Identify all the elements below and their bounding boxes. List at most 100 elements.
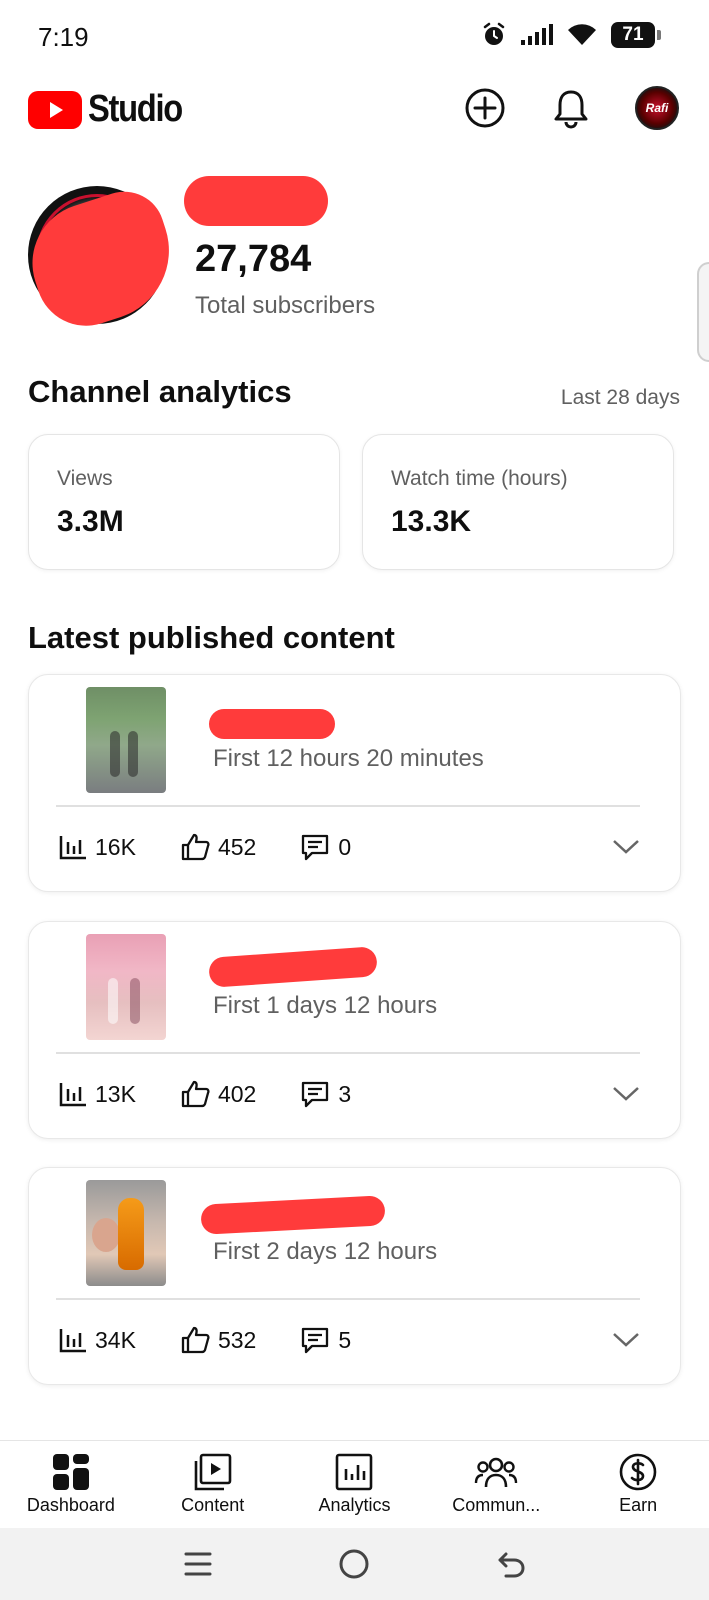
comments-metric: 3 (300, 1080, 351, 1108)
app-bar: Studio Rafi (0, 78, 709, 158)
home-circle-icon (339, 1549, 369, 1579)
recent-apps-icon (184, 1552, 212, 1576)
thumbnail-face (92, 1218, 120, 1252)
account-avatar: Rafi (635, 86, 679, 130)
chevron-down-icon (613, 1087, 639, 1101)
notifications-button[interactable] (547, 84, 595, 132)
nav-content[interactable]: Content (142, 1441, 284, 1528)
status-bar: 7:19 71 (0, 0, 709, 78)
content-card[interactable]: First 12 hours 20 minutes 16K 452 0 (28, 674, 681, 892)
home-button[interactable] (330, 1540, 378, 1588)
dashboard-icon (52, 1454, 89, 1490)
views-metric: 16K (59, 834, 136, 861)
wifi-icon (568, 24, 596, 45)
divider (56, 805, 640, 807)
battery-level: 71 (622, 24, 644, 45)
chevron-down-icon (613, 840, 639, 854)
thumbnail-figure (108, 978, 118, 1024)
latest-content-title: Latest published content (28, 620, 395, 655)
comments-count: 0 (338, 833, 352, 860)
likes-metric: 532 (180, 1326, 256, 1354)
video-age: First 12 hours 20 minutes (213, 745, 484, 772)
community-icon (475, 1457, 518, 1488)
divider (56, 1052, 640, 1054)
thumbnail-figure (128, 731, 138, 777)
analytics-icon (336, 1453, 373, 1491)
subscriber-label: Total subscribers (195, 292, 376, 319)
thumbs-up-icon (181, 1326, 210, 1354)
battery-indicator: 71 (611, 22, 661, 48)
redaction-mark (16, 181, 188, 339)
account-avatar-text: Rafi (645, 101, 669, 115)
app-actions: Rafi (423, 84, 681, 132)
cell-signal-icon (521, 24, 553, 45)
video-thumbnail[interactable] (86, 1180, 166, 1286)
expand-button[interactable] (606, 1320, 646, 1360)
account-button[interactable]: Rafi (633, 84, 681, 132)
comment-icon (302, 1327, 329, 1354)
views-card[interactable]: Views 3.3M (28, 434, 340, 570)
recent-apps-button[interactable] (174, 1540, 222, 1588)
comment-icon (302, 1081, 329, 1108)
thumbs-up-icon (181, 1080, 210, 1108)
expand-button[interactable] (606, 827, 646, 867)
nav-community-label: Commun... (452, 1495, 541, 1515)
chevron-down-icon (613, 1333, 639, 1347)
channel-name-redaction (184, 176, 328, 226)
thumbs-up-icon (181, 833, 210, 861)
studio-dashboard: 7:19 71 Studio Rafi 27,784 Total subscri… (0, 0, 709, 1600)
channel-analytics-title: Channel analytics (28, 374, 292, 409)
views-count: 34K (95, 1326, 136, 1353)
add-circle-icon (465, 88, 505, 128)
comments-count: 5 (338, 1326, 352, 1353)
create-button[interactable] (461, 84, 509, 132)
bell-icon (554, 90, 588, 129)
system-navigation-bar (0, 1528, 709, 1600)
likes-count: 452 (217, 833, 257, 860)
content-icon (194, 1453, 231, 1491)
watch-time-value: 13.3K (391, 505, 472, 538)
edge-panel-handle[interactable] (697, 262, 709, 362)
channel-header: 27,784 Total subscribers (16, 176, 688, 339)
likes-metric: 452 (180, 833, 256, 861)
video-thumbnail[interactable] (86, 934, 166, 1040)
bar-chart-icon (59, 1329, 86, 1353)
video-title-redaction (200, 1195, 386, 1235)
status-time: 7:19 (38, 22, 89, 52)
nav-content-label: Content (181, 1495, 245, 1515)
thumbnail-bottle (118, 1198, 144, 1270)
views-count: 16K (95, 833, 136, 860)
subscriber-count: 27,784 (195, 238, 312, 280)
thumbnail-figure (130, 978, 140, 1024)
video-title-redaction (209, 709, 335, 739)
likes-count: 402 (217, 1080, 257, 1107)
watch-time-card[interactable]: Watch time (hours) 13.3K (362, 434, 674, 570)
video-age: First 2 days 12 hours (213, 1238, 438, 1265)
views-value: 3.3M (57, 505, 124, 538)
nav-dashboard[interactable]: Dashboard (0, 1441, 142, 1528)
comments-metric: 5 (300, 1326, 351, 1354)
nav-analytics-label: Analytics (318, 1495, 391, 1515)
expand-button[interactable] (606, 1074, 646, 1114)
views-label: Views (57, 467, 113, 490)
content-card[interactable]: First 2 days 12 hours 34K 532 5 (28, 1167, 681, 1385)
youtube-play-icon (28, 90, 82, 129)
nav-earn-label: Earn (619, 1495, 658, 1515)
likes-count: 532 (217, 1326, 257, 1353)
earn-icon (619, 1453, 657, 1491)
nav-earn[interactable]: Earn (567, 1441, 709, 1528)
divider (56, 1298, 640, 1300)
video-title-redaction (208, 946, 378, 988)
youtube-studio-logo[interactable]: Studio (28, 88, 197, 131)
video-thumbnail[interactable] (86, 687, 166, 793)
back-button[interactable] (487, 1540, 535, 1588)
bar-chart-icon (59, 1083, 86, 1107)
back-arrow-icon (498, 1552, 525, 1578)
views-metric: 13K (59, 1081, 136, 1108)
video-age: First 1 days 12 hours (213, 992, 438, 1019)
content-card[interactable]: First 1 days 12 hours 13K 402 3 (28, 921, 681, 1139)
nav-analytics[interactable]: Analytics (284, 1441, 426, 1528)
video-metrics: 16K 452 0 (59, 833, 395, 861)
nav-community[interactable]: Commun... (425, 1441, 567, 1528)
comment-icon (302, 834, 329, 861)
